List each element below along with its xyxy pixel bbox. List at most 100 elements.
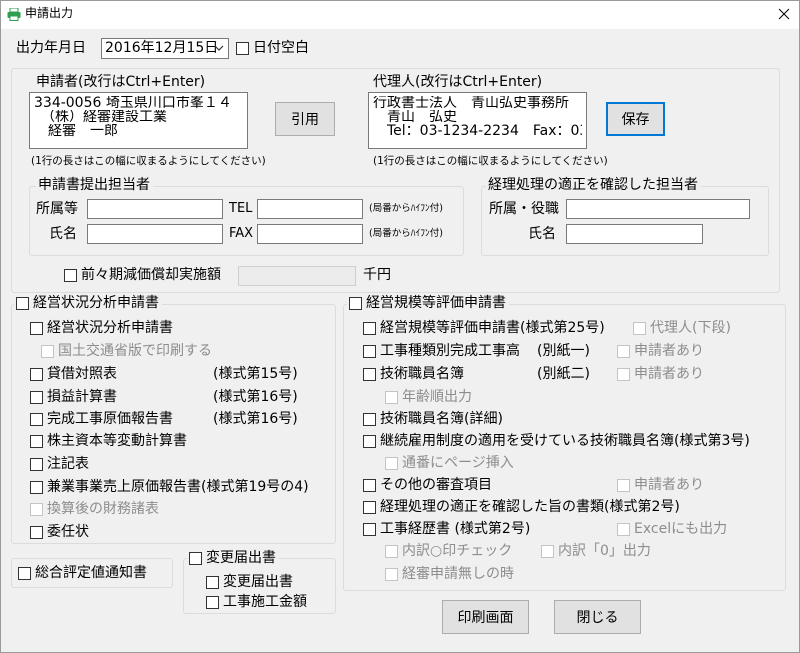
breakdown-mark-check-checkbox[interactable]: 内訳○印チェック [385,542,512,560]
page-insert-checkbox[interactable]: 通番にページ挿入 [385,454,514,472]
checkbox-box[interactable] [363,412,376,426]
chevron-down-icon[interactable] [214,44,224,52]
submitter-name-input[interactable] [87,224,223,244]
accounting-name-input[interactable] [566,224,703,244]
print-preview-button[interactable]: 印刷画面 [442,600,529,634]
checkbox-box[interactable] [30,502,43,516]
checkbox-box[interactable] [236,41,249,55]
checkbox-box[interactable] [633,321,646,335]
construction-amount-checkbox[interactable]: 工事施工金額 [206,593,307,611]
power-of-attorney-checkbox[interactable]: 委任状 [30,523,89,541]
agent-lower-checkbox[interactable]: 代理人(下段) [633,319,731,337]
checkbox-box[interactable] [363,500,376,514]
checkbox-box[interactable] [363,367,376,381]
checkbox-box[interactable] [363,478,376,492]
checkbox-box[interactable] [18,566,31,580]
mlit-version-checkbox[interactable]: 国土交通省版で印刷する [41,342,212,360]
breakdown-zero-output-checkbox[interactable]: 内訳「0」出力 [541,542,651,560]
applicant-line: （株）経審建設工業 [34,110,167,124]
checkbox-box[interactable] [617,522,630,536]
submitter-fax-hint: (局番からﾊｲﾌﾝ付) [369,228,443,239]
technical-staff-detail-checkbox[interactable]: 技術職員名簿(詳細) [363,410,503,428]
depreciation-checkbox[interactable]: 前々期減価償却実施額 [64,266,221,284]
blank-date-checkbox[interactable]: 日付空白 [236,39,309,57]
checkbox-box[interactable] [30,390,43,404]
checkbox-box[interactable] [16,296,29,310]
checkbox-box[interactable] [206,575,219,589]
checkbox-box[interactable] [349,296,362,310]
checkbox-box[interactable] [30,412,43,426]
checkbox-box[interactable] [617,344,630,358]
notes-checkbox[interactable]: 注記表 [30,455,89,473]
technical-staff-list-checkbox[interactable]: 技術職員名簿 [363,365,464,383]
checkbox-box[interactable] [30,321,43,335]
accounting-position-label: 所属・役職 [489,201,559,217]
construction-cost-report-checkbox[interactable]: 完成工事原価報告書 [30,410,173,428]
age-order-checkbox[interactable]: 年齢順出力 [385,388,472,406]
checkbox-label: 技術職員名簿(詳細) [380,411,503,427]
analysis-application-checkbox[interactable]: 経営状況分析申請書 [30,319,173,337]
checkbox-box[interactable] [363,434,376,448]
checkbox-label: 経審申請無しの時 [402,566,514,582]
checkbox-box[interactable] [30,367,43,381]
agent-note: (1行の長さはこの幅に収まるようにしてください) [373,155,608,167]
checkbox-label: 完成工事原価報告書 [47,411,173,427]
accounting-confirmation-document-checkbox[interactable]: 経理処理の適正を確認した旨の書類(様式第2号) [363,498,680,516]
submitter-department-input[interactable] [87,199,223,219]
submitter-tel-input[interactable] [257,199,363,219]
applicant-line: 334-0056 埼玉県川口市峯１４ [34,96,232,110]
checkbox-box[interactable] [363,344,376,358]
continued-employment-staff-list-checkbox[interactable]: 継続雇用制度の適用を受けている技術職員名簿(様式第3号) [363,432,750,450]
depreciation-input[interactable] [238,266,356,286]
excel-output-checkbox[interactable]: Excelにも出力 [617,520,727,538]
change-notice-group-checkbox[interactable]: 変更届出書 [187,549,279,567]
checkbox-box[interactable] [385,456,398,470]
side-business-cost-report-checkbox[interactable]: 兼業事業売上原価報告書(様式第19号の4) [30,478,309,496]
no-application-checkbox[interactable]: 経審申請無しの時 [385,565,514,583]
submitter-fax-input[interactable] [257,224,363,244]
checkbox-box[interactable] [189,551,202,565]
checkbox-box[interactable] [206,595,219,609]
balance-sheet-checkbox[interactable]: 貸借対照表 [30,365,117,383]
checkbox-box[interactable] [385,544,398,558]
checkbox-box[interactable] [30,434,43,448]
construction-history-checkbox[interactable]: 工事経歴書 (様式第2号) [363,520,530,538]
scale-evaluation-application-checkbox[interactable]: 経営規模等評価申請書(様式第25号) [363,319,605,337]
checkbox-box[interactable] [363,522,376,536]
equity-changes-checkbox[interactable]: 株主資本等変動計算書 [30,432,187,450]
comprehensive-notice-checkbox[interactable]: 総合評定値通知書 [18,564,147,582]
income-statement-checkbox[interactable]: 損益計算書 [30,388,117,406]
agent-textarea[interactable]: 行政書士法人 青山弘史事務所 青山 弘史 Tel：03-1234-2234 Fa… [368,92,587,149]
submitter-group-title: 申請書提出担当者 [36,176,153,194]
checkbox-box[interactable] [617,367,630,381]
checkbox-box[interactable] [363,321,376,335]
checkbox-box[interactable] [541,544,554,558]
applicant-note: (1行の長さはこの幅に収まるようにしてください) [31,155,266,167]
applicant-present-checkbox[interactable]: 申請者あり [617,476,704,494]
checkbox-box[interactable] [617,478,630,492]
checkbox-box[interactable] [385,567,398,581]
close-icon[interactable] [778,8,790,20]
applicant-textarea[interactable]: 334-0056 埼玉県川口市峯１４ （株）経審建設工業 経審 一郎 [29,92,248,149]
checkbox-box[interactable] [30,480,43,494]
scale-form-group-checkbox[interactable]: 経営規模等評価申請書 [347,294,509,312]
checkbox-box[interactable] [64,268,77,282]
converted-financials-checkbox[interactable]: 換算後の財務諸表 [30,500,159,518]
accounting-position-input[interactable] [566,199,750,219]
save-button[interactable]: 保存 [606,102,665,136]
checkbox-box[interactable] [41,344,54,358]
checkbox-box[interactable] [30,457,43,471]
analysis-form-group-checkbox[interactable]: 経営状況分析申請書 [14,294,162,312]
quote-button[interactable]: 引用 [275,102,335,136]
applicant-present-checkbox[interactable]: 申請者あり [617,365,704,383]
change-notice-checkbox[interactable]: 変更届出書 [206,573,293,591]
checkbox-box[interactable] [30,525,43,539]
output-date-picker[interactable]: 2016年12月15日 [101,38,229,59]
depreciation-unit: 千円 [363,267,391,283]
construction-type-sales-checkbox[interactable]: 工事種類別完成工事高 [363,342,520,360]
applicant-present-checkbox[interactable]: 申請者あり [617,342,704,360]
close-button[interactable]: 閉じる [554,600,641,634]
checkbox-box[interactable] [385,390,398,404]
checkbox-label: 損益計算書 [47,389,117,405]
other-review-items-checkbox[interactable]: その他の審査項目 [363,476,492,494]
